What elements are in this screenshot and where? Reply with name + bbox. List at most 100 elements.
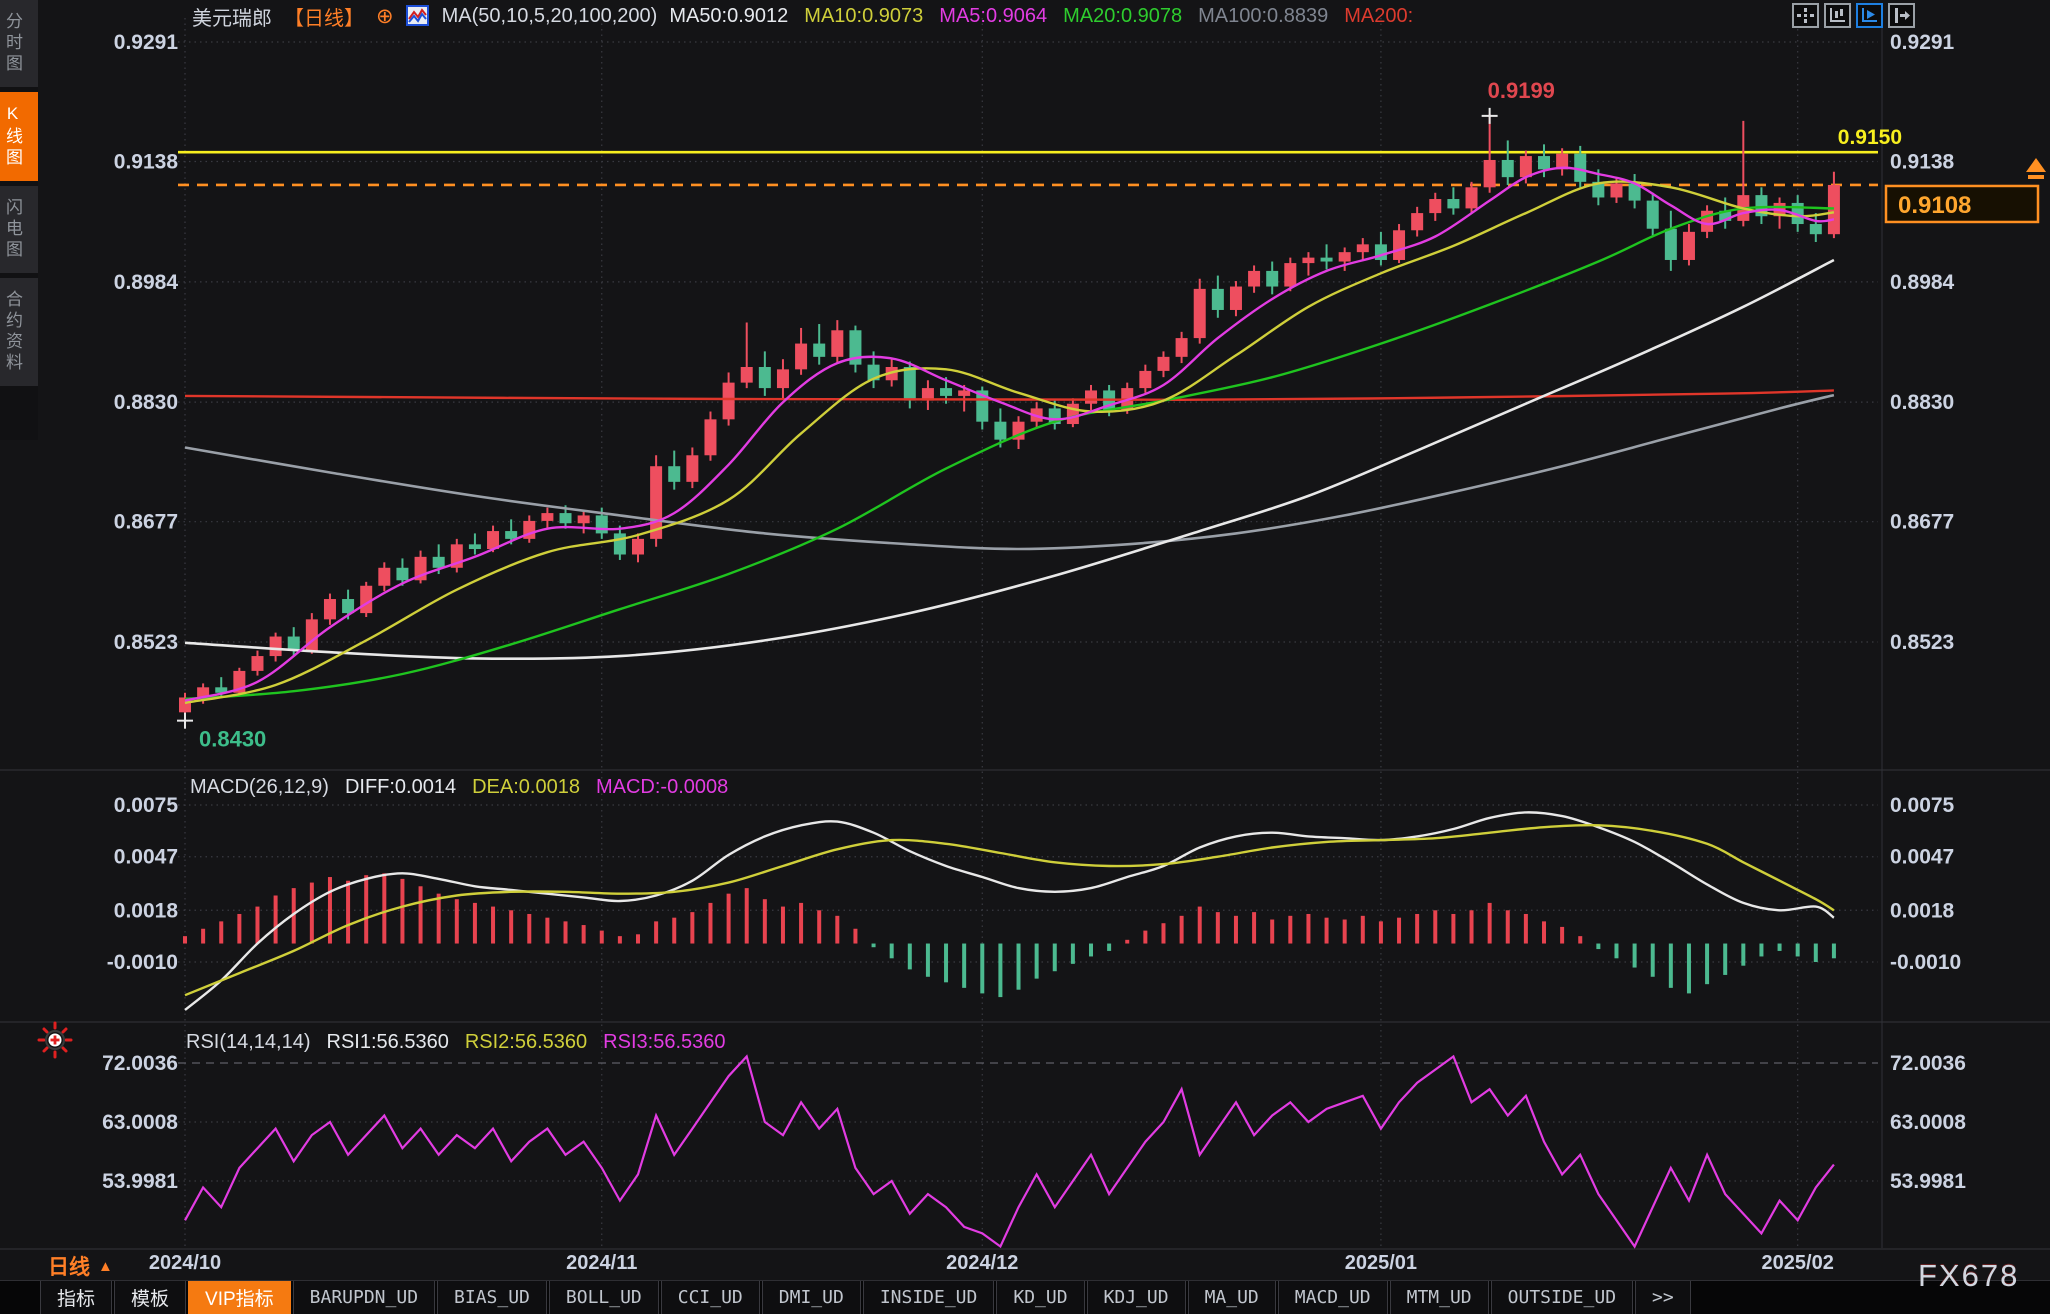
ma-line-MA200 [185,390,1834,400]
tab->>[interactable]: >> [1635,1281,1691,1314]
rsi-title: RSI(14,14,14) [186,1031,311,1054]
chart-header: 美元瑞郎 【日线】 ⊕ MA(50,10,5,20,100,200) MA50:… [192,3,1413,29]
ma-value: MA100:0.8839 [1198,5,1328,28]
price-tick-left: 53.9981 [102,1170,178,1193]
svg-text:0.9199: 0.9199 [1488,78,1555,103]
red-dot-icon[interactable] [36,1020,74,1065]
bottom-tab-bar: 指标模板VIP指标BARUPDN_UDBIAS_UDBOLL_UDCCI_UDD… [0,1280,2050,1314]
date-label-2025/01: 2025/01 [1345,1252,1417,1275]
price-tick-left: 0.0075 [114,794,179,817]
macd-header: MACD(26,12,9) DIFF:0.0014DEA:0.0018MACD:… [190,776,728,799]
pane-shift-icon[interactable] [1888,3,1915,28]
period-selector[interactable]: 日线 ▲ [48,1251,113,1281]
tab-BARUPDN_UD[interactable]: BARUPDN_UD [293,1281,435,1314]
mini-chart-icon [406,5,430,27]
chart-type-sidebar: 分时图 K线图闪电图合约资料 [0,0,38,440]
macd-value: DIFF:0.0014 [345,776,456,799]
price-tick-right: 0.8830 [1890,391,1954,414]
svg-text:0.8430: 0.8430 [199,727,266,752]
chart-canvas[interactable]: 0.9291 0.9291 0.9138 0.9138 0.8984 0.8984 0.88… [0,0,2050,1314]
price-tick-right: 0.0018 [1890,899,1955,922]
ma-value: MA5:0.9064 [939,5,1047,28]
price-tick-right: 0.8677 [1890,511,1954,534]
price-tick-left: 0.8830 [114,391,178,414]
sidebar-item-K线图[interactable]: K线图 [0,92,38,181]
tab-MTM_UD[interactable]: MTM_UD [1390,1281,1489,1314]
ma-value: MA10:0.9073 [804,5,923,28]
chart-application: 0.9291 0.9291 0.9138 0.9138 0.8984 0.8984 0.88… [0,0,2050,1314]
ma-group-label: MA(50,10,5,20,100,200) [442,5,658,28]
tab-OUTSIDE_UD[interactable]: OUTSIDE_UD [1491,1281,1633,1314]
price-tick-right: 63.0008 [1890,1111,1966,1134]
candlestick-series [179,114,1840,715]
crosshair-icon[interactable] [1792,3,1819,28]
price-tick-right: 53.9981 [1890,1170,1966,1193]
tab-BOLL_UD[interactable]: BOLL_UD [549,1281,659,1314]
price-tick-left: -0.0010 [107,951,178,974]
price-tick-left: 0.0047 [114,846,178,869]
price-tick-right: 0.8523 [1890,631,1954,654]
tab-INSIDE_UD[interactable]: INSIDE_UD [863,1281,995,1314]
price-tick-left: 0.8677 [114,511,178,534]
chart-toolbar [1792,3,1915,28]
svg-text:0.9108: 0.9108 [1898,192,1971,219]
date-label-2025/02: 2025/02 [1762,1252,1834,1275]
ma-value: MA50:0.9012 [669,5,788,28]
ma-value: MA200: [1344,5,1413,28]
rsi-header: RSI(14,14,14) RSI1:56.5360 RSI2:56.5360 RS… [186,1031,726,1054]
macd-histogram [183,873,1836,997]
tab-模板[interactable]: 模板 [114,1281,186,1314]
rsi-value: RSI1:56.5360 [327,1031,449,1054]
tab-CCI_UD[interactable]: CCI_UD [661,1281,760,1314]
sidebar-item-分时图[interactable]: 分时图 [0,0,38,87]
ma-lines [185,168,1834,703]
tab-指标[interactable]: 指标 [40,1281,112,1314]
sidebar-item-合约资料[interactable]: 合约资料 [0,278,38,386]
tab-MACD_UD[interactable]: MACD_UD [1278,1281,1388,1314]
price-tick-left: 0.9138 [114,151,179,174]
tab-VIP指标[interactable]: VIP指标 [188,1281,291,1314]
rsi-value: RSI3:56.5360 [603,1031,725,1054]
price-tick-right: 0.9138 [1890,151,1955,174]
watermark: FX678 [1918,1258,2019,1294]
tab-KD_UD[interactable]: KD_UD [996,1281,1084,1314]
price-tick-right: -0.0010 [1890,951,1961,974]
price-tick-right: 0.9291 [1890,31,1955,54]
tab-BIAS_UD[interactable]: BIAS_UD [437,1281,547,1314]
price-tick-left: 72.0036 [102,1052,178,1075]
ma-line-MA100 [185,395,1834,549]
ma-values: MA50:0.9012 MA10:0.9073 MA5:0.9064 MA20:0.9… [669,5,1413,28]
macd-line-DIFF [185,812,1834,1010]
tab-KDJ_UD[interactable]: KDJ_UD [1087,1281,1186,1314]
axis-play-icon[interactable] [1856,3,1883,28]
price-tick-left: 0.8523 [114,631,178,654]
price-tick-right: 0.0047 [1890,846,1954,869]
price-tick-right: 0.0075 [1890,794,1955,817]
horizontal-gridlines [178,42,1878,1181]
price-tick-left: 63.0008 [102,1111,178,1134]
tab-DMI_UD[interactable]: DMI_UD [762,1281,861,1314]
date-label-2024/11: 2024/11 [566,1252,637,1275]
rsi-line [185,1057,1834,1247]
price-tick-right: 72.0036 [1890,1052,1966,1075]
circle-plus-icon[interactable]: ⊕ [376,4,394,29]
symbol-name: 美元瑞郎 [192,2,272,31]
rsi-value: RSI2:56.5360 [465,1031,587,1054]
macd-value: DEA:0.0018 [472,776,580,799]
price-tick-right: 0.8984 [1890,271,1955,294]
ma-line-MA10 [185,182,1834,703]
up-triangle-icon: ▲ [98,1258,113,1275]
date-label-2024/12: 2024/12 [946,1252,1018,1275]
date-label-2024/10: 2024/10 [149,1252,221,1275]
price-tick-left: 0.9291 [114,31,179,54]
price-tick-left: 0.0018 [114,899,179,922]
tab-MA_UD[interactable]: MA_UD [1188,1281,1276,1314]
ma-line-MA5 [185,168,1834,701]
price-tick-left: 0.8984 [114,271,179,294]
ma-value: MA20:0.9078 [1063,5,1182,28]
sidebar-item-闪电图[interactable]: 闪电图 [0,186,38,273]
annotation-0.9199: 0.9199 [1482,78,1555,124]
ma-line-MA20 [185,207,1834,699]
axis-candle-icon[interactable] [1824,3,1851,28]
level-label: 0.9150 [1838,126,1902,149]
